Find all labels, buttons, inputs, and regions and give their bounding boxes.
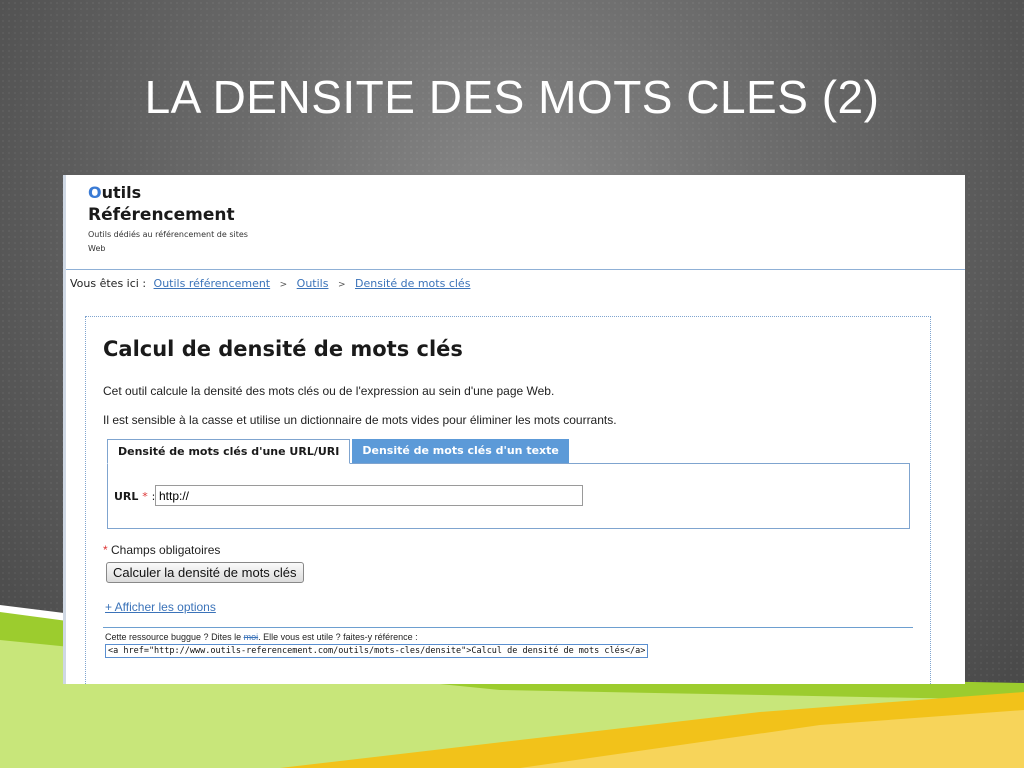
tab-bar: Densité de mots clés d'une URL/URI Densit… <box>107 439 569 464</box>
logo-rest: utils <box>101 183 142 202</box>
breadcrumb: Vous êtes ici : Outils référencement > O… <box>70 277 470 290</box>
logo-first-letter: O <box>88 183 102 202</box>
breadcrumb-separator: > <box>337 280 346 290</box>
required-asterisk: * <box>103 543 108 557</box>
logo-title: Outils <box>88 183 263 202</box>
website-screenshot: Outils Référencement Outils dédiés au ré… <box>63 175 965 684</box>
calculate-button[interactable]: Calculer la densité de mots clés <box>106 562 304 583</box>
breadcrumb-prefix: Vous êtes ici : <box>70 277 147 290</box>
logo-subtitle: Référencement <box>88 205 235 225</box>
footer-notice: Cette ressource buggue ? Dites le moi. E… <box>105 632 418 642</box>
tab-url-density[interactable]: Densité de mots clés d'une URL/URI <box>107 439 351 464</box>
header-divider <box>66 269 965 270</box>
contact-link[interactable]: moi <box>244 632 259 642</box>
footer-text-before: Cette ressource buggue ? Dites le <box>105 632 242 642</box>
footer-text-after: . Elle vous est utile ? faites-y référen… <box>258 632 418 642</box>
url-label-text: URL <box>114 490 139 503</box>
tool-panel: Calcul de densité de mots clés Cet outil… <box>85 316 931 684</box>
required-note: * Champs obligatoires <box>103 543 220 557</box>
breadcrumb-link-tools[interactable]: Outils <box>297 277 329 290</box>
show-options-link[interactable]: + Afficher les options <box>105 600 216 614</box>
breadcrumb-link-home[interactable]: Outils référencement <box>154 277 271 290</box>
required-asterisk: * <box>142 490 148 503</box>
site-logo[interactable]: Outils Référencement Outils dédiés au ré… <box>88 183 263 256</box>
site-tagline: Outils dédiés au référencement de sites … <box>88 230 248 253</box>
embed-code-box[interactable]: <a href="http://www.outils-referencement… <box>105 644 649 658</box>
tab-text-density[interactable]: Densité de mots clés d'un texte <box>352 439 569 463</box>
tab-content: URL * : <box>107 463 910 529</box>
description-line-2: Il est sensible à la casse et utilise un… <box>103 413 617 427</box>
page-title: Calcul de densité de mots clés <box>103 337 463 361</box>
breadcrumb-separator: > <box>279 280 288 290</box>
breadcrumb-link-current[interactable]: Densité de mots clés <box>355 277 470 290</box>
url-field-label: URL * : <box>114 490 155 503</box>
footer-divider <box>103 627 913 628</box>
url-input[interactable] <box>155 485 583 506</box>
required-note-text: Champs obligatoires <box>111 543 221 557</box>
description-line-1: Cet outil calcule la densité des mots cl… <box>103 384 555 398</box>
